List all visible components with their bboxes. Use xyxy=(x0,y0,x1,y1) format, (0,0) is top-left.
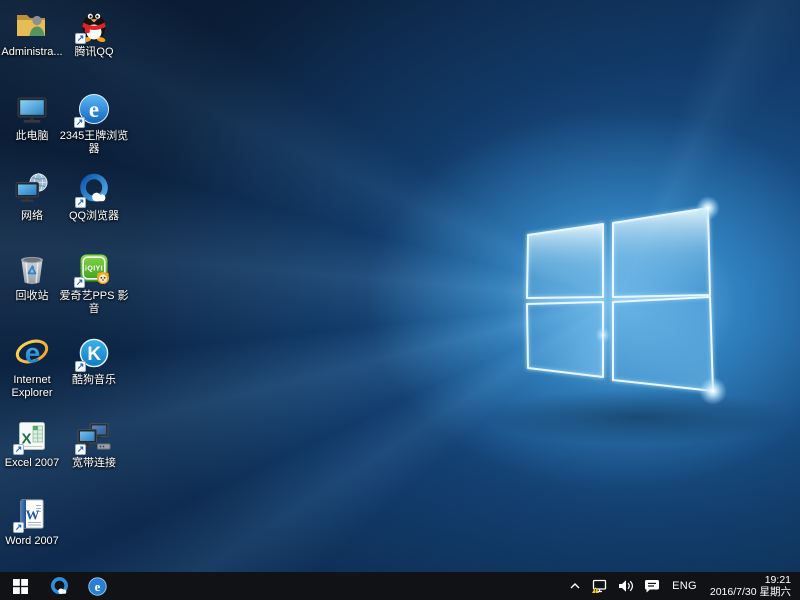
network-globe-monitor-icon xyxy=(14,171,50,207)
icon-label: 爱奇艺PPS 影音 xyxy=(59,290,129,316)
network-warning-icon xyxy=(591,579,608,594)
icon-label: 2345王牌浏览器 xyxy=(59,130,129,156)
desktop-icon-broadband-connection[interactable]: ↗ 宽带连接 xyxy=(62,417,126,470)
volume-icon xyxy=(618,579,634,593)
hidden-icons-chevron[interactable] xyxy=(564,572,586,600)
shortcut-arrow-icon: ↗ xyxy=(75,33,86,44)
shortcut-arrow-icon: ↗ xyxy=(75,197,86,208)
shortcut-arrow-icon: ↗ xyxy=(74,117,85,128)
desktop-icon-excel-2007[interactable]: X ↗ Excel 2007 xyxy=(0,417,64,470)
desktop-icon-iqiyi-pps[interactable]: iQIYI ↗ 爱奇艺PPS 影音 xyxy=(59,250,129,316)
svg-text:e: e xyxy=(25,338,41,369)
taskbar-app-2345-browser[interactable]: e xyxy=(78,572,116,600)
shortcut-arrow-icon: ↗ xyxy=(13,522,24,533)
icon-label: 宽带连接 xyxy=(62,457,126,470)
taskbar-app-qq-browser[interactable] xyxy=(40,572,78,600)
svg-text:iQIYI: iQIYI xyxy=(85,266,103,273)
ie-blue-e-icon: e xyxy=(14,335,50,371)
windows-start-icon xyxy=(13,579,28,594)
start-button[interactable] xyxy=(0,572,40,600)
desktop-icon-word-2007[interactable]: W ↗ Word 2007 xyxy=(0,495,64,548)
tray-time: 19:21 xyxy=(710,574,791,586)
tray-date: 2016/7/30 星期六 xyxy=(710,586,791,598)
icon-label: Excel 2007 xyxy=(0,457,64,470)
svg-text:e: e xyxy=(94,580,100,594)
tray-volume-button[interactable] xyxy=(613,572,639,600)
icon-label: 网络 xyxy=(0,210,64,223)
recycle-bin-icon xyxy=(14,251,50,287)
svg-text:e: e xyxy=(89,97,99,122)
desktop-icon-internet-explorer[interactable]: e Internet Explorer xyxy=(0,334,64,400)
icon-label: Administra... xyxy=(0,46,64,59)
desktop-icon-2345-browser[interactable]: e ↗ 2345王牌浏览器 xyxy=(59,90,129,156)
system-tray: ENG 19:21 2016/7/30 星期六 xyxy=(564,572,800,600)
desktop-icon-qq-browser[interactable]: ↗ QQ浏览器 xyxy=(62,170,126,223)
desktop-icon-administrator[interactable]: Administra... xyxy=(0,6,64,59)
icon-label: 腾讯QQ xyxy=(62,46,126,59)
tray-language-indicator[interactable]: ENG xyxy=(665,572,704,600)
shortcut-arrow-icon: ↗ xyxy=(13,444,24,455)
icon-label: 酷狗音乐 xyxy=(62,374,126,387)
2345-browser-taskbar-icon: e xyxy=(87,576,108,597)
icon-label: 回收站 xyxy=(0,290,64,303)
shortcut-arrow-icon: ↗ xyxy=(75,361,86,372)
desktop-icon-network[interactable]: 网络 xyxy=(0,170,64,223)
desktop-icon-this-pc[interactable]: 此电脑 xyxy=(0,90,64,143)
windows-logo-icon xyxy=(510,195,730,425)
qq-browser-taskbar-icon xyxy=(49,576,70,597)
taskbar: e xyxy=(0,572,800,600)
icon-label: QQ浏览器 xyxy=(62,210,126,223)
icon-label: 此电脑 xyxy=(0,130,64,143)
action-center-icon xyxy=(644,579,660,594)
tray-network-button[interactable] xyxy=(586,572,613,600)
desktop-icon-recycle-bin[interactable]: 回收站 xyxy=(0,250,64,303)
shortcut-arrow-icon: ↗ xyxy=(75,444,86,455)
icon-label: Word 2007 xyxy=(0,535,64,548)
tray-clock[interactable]: 19:21 2016/7/30 星期六 xyxy=(704,574,800,598)
this-pc-monitor-icon xyxy=(14,91,50,127)
icon-label: Internet Explorer xyxy=(0,374,64,400)
desktop-icon-kugou-music[interactable]: K ↗ 酷狗音乐 xyxy=(62,334,126,387)
svg-text:W: W xyxy=(26,509,40,524)
tray-action-center-button[interactable] xyxy=(639,572,665,600)
desktop-wallpaper: Administra... ↗ 腾讯QQ 此电脑 xyxy=(0,0,800,572)
svg-text:K: K xyxy=(87,344,101,365)
chevron-up-icon xyxy=(569,581,581,591)
user-folder-icon xyxy=(14,7,50,43)
desktop-icon-tencent-qq[interactable]: ↗ 腾讯QQ xyxy=(62,6,126,59)
shortcut-arrow-icon: ↗ xyxy=(74,277,85,288)
